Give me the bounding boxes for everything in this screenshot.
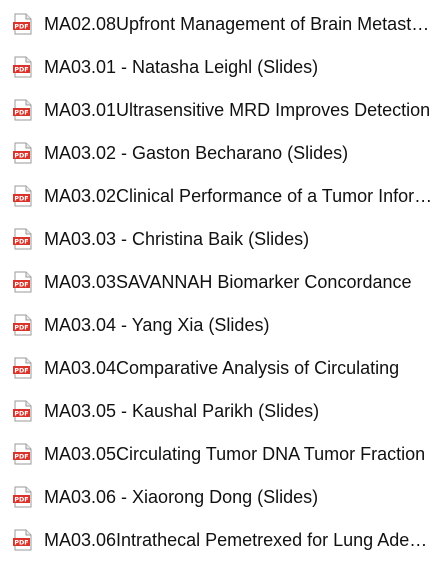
- file-name: MA03.04Comparative Analysis of Circulati…: [44, 357, 400, 378]
- svg-text:PDF: PDF: [14, 453, 28, 460]
- svg-text:PDF: PDF: [14, 281, 28, 288]
- file-name: MA03.05 - Kaushal Parikh (Slides): [44, 400, 320, 421]
- svg-text:PDF: PDF: [14, 324, 28, 331]
- file-item[interactable]: PDF MA03.02Clinical Performance of a Tum…: [0, 174, 445, 217]
- pdf-file-icon: PDF: [13, 142, 32, 163]
- file-item[interactable]: PDF MA03.01 - Natasha Leighl (Slides): [0, 45, 445, 88]
- file-item[interactable]: PDF MA02.08Upfront Management of Brain M…: [0, 2, 445, 45]
- svg-text:PDF: PDF: [14, 23, 28, 30]
- svg-text:PDF: PDF: [14, 109, 28, 116]
- svg-text:PDF: PDF: [14, 410, 28, 417]
- file-item[interactable]: PDF MA03.01Ultrasensitive MRD Improves D…: [0, 88, 445, 131]
- file-item[interactable]: PDF MA03.03SAVANNAH Biomarker Concordanc…: [0, 260, 445, 303]
- file-name: MA03.01 - Natasha Leighl (Slides): [44, 56, 319, 77]
- svg-text:PDF: PDF: [14, 496, 28, 503]
- pdf-file-icon: PDF: [13, 529, 32, 550]
- svg-text:PDF: PDF: [14, 66, 28, 73]
- file-item[interactable]: PDF MA03.02 - Gaston Becharano (Slides): [0, 131, 445, 174]
- svg-text:PDF: PDF: [14, 238, 28, 245]
- file-item[interactable]: PDF MA03.06 - Xiaorong Dong (Slides): [0, 475, 445, 518]
- file-name: MA03.03SAVANNAH Biomarker Concordance: [44, 271, 412, 292]
- pdf-file-icon: PDF: [13, 357, 32, 378]
- file-name: MA03.02Clinical Performance of a Tumor I…: [44, 185, 437, 206]
- pdf-file-icon: PDF: [13, 185, 32, 206]
- file-name: MA02.08Upfront Management of Brain Metas…: [44, 13, 437, 34]
- svg-text:PDF: PDF: [14, 195, 28, 202]
- file-name: MA03.05Circulating Tumor DNA Tumor Fract…: [44, 443, 426, 464]
- file-item[interactable]: PDF MA03.06Intrathecal Pemetrexed for Lu…: [0, 518, 445, 561]
- pdf-file-icon: PDF: [13, 271, 32, 292]
- file-name: MA03.06Intrathecal Pemetrexed for Lung A…: [44, 529, 437, 550]
- file-name: MA03.01Ultrasensitive MRD Improves Detec…: [44, 99, 431, 120]
- pdf-file-icon: PDF: [13, 99, 32, 120]
- file-item[interactable]: PDF MA03.05 - Kaushal Parikh (Slides): [0, 389, 445, 432]
- file-item[interactable]: PDF MA03.05Circulating Tumor DNA Tumor F…: [0, 432, 445, 475]
- pdf-file-icon: PDF: [13, 400, 32, 421]
- file-item[interactable]: PDF MA03.03 - Christina Baik (Slides): [0, 217, 445, 260]
- svg-text:PDF: PDF: [14, 539, 28, 546]
- pdf-file-icon: PDF: [13, 443, 32, 464]
- file-name: MA03.02 - Gaston Becharano (Slides): [44, 142, 349, 163]
- pdf-file-icon: PDF: [13, 56, 32, 77]
- pdf-file-icon: PDF: [13, 13, 32, 34]
- pdf-file-icon: PDF: [13, 486, 32, 507]
- pdf-file-icon: PDF: [13, 314, 32, 335]
- file-item[interactable]: PDF MA03.04 - Yang Xia (Slides): [0, 303, 445, 346]
- file-list: PDF MA02.08Upfront Management of Brain M…: [0, 0, 445, 561]
- pdf-file-icon: PDF: [13, 228, 32, 249]
- svg-text:PDF: PDF: [14, 152, 28, 159]
- file-name: MA03.06 - Xiaorong Dong (Slides): [44, 486, 319, 507]
- file-name: MA03.03 - Christina Baik (Slides): [44, 228, 310, 249]
- file-name: MA03.04 - Yang Xia (Slides): [44, 314, 270, 335]
- svg-text:PDF: PDF: [14, 367, 28, 374]
- file-item[interactable]: PDF MA03.04Comparative Analysis of Circu…: [0, 346, 445, 389]
